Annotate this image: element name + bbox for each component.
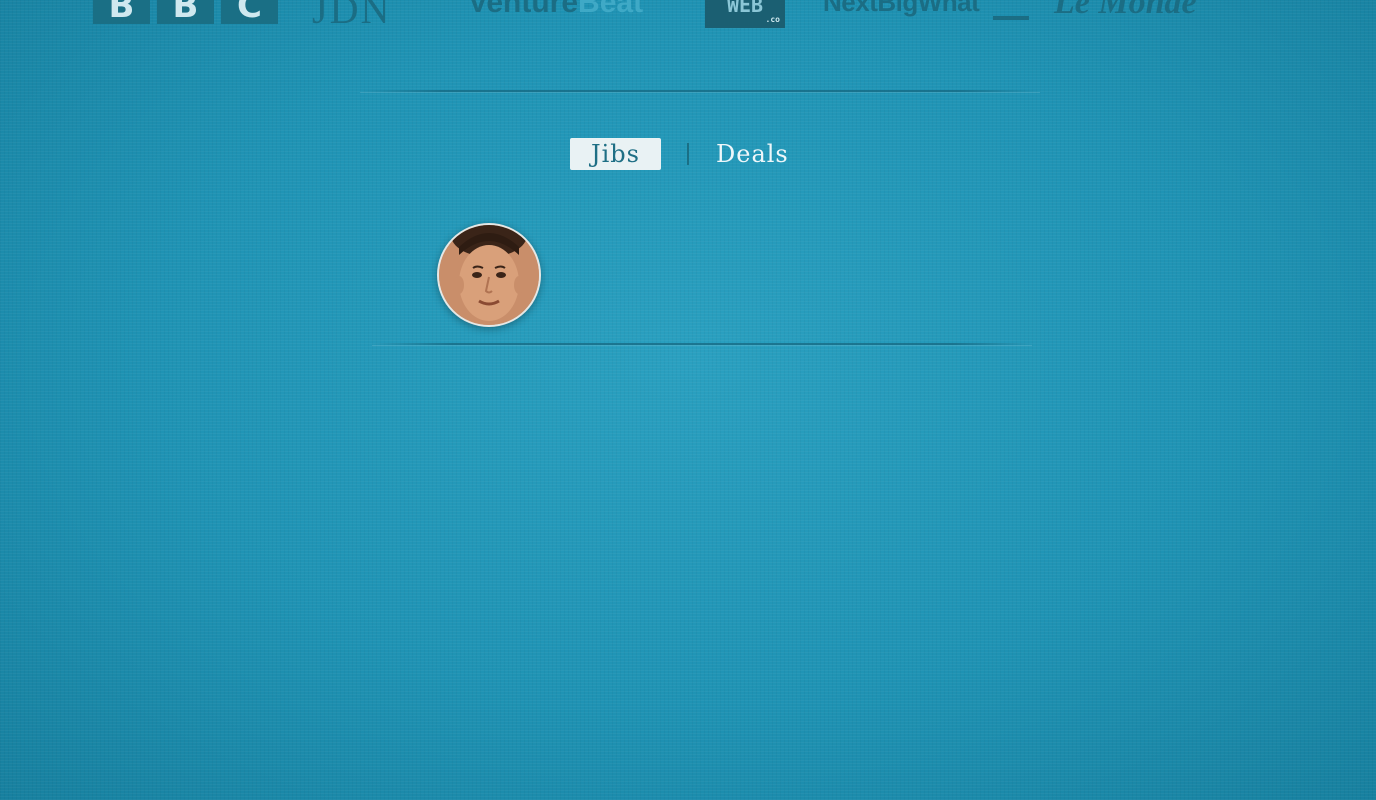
bbc-logo-letter: C <box>221 0 278 24</box>
user-avatar[interactable] <box>437 223 541 327</box>
bbc-logo-letter: B <box>157 0 214 24</box>
tab-deals[interactable]: Deals <box>716 138 788 170</box>
top-divider <box>360 90 1040 92</box>
web-co-logo[interactable]: WEB .co <box>705 0 785 28</box>
web-co-logo-suffix: .co <box>765 15 780 24</box>
bbc-logo[interactable]: B B C <box>93 0 278 24</box>
web-co-logo-main: WEB <box>726 0 764 17</box>
avatar-portrait <box>439 225 539 325</box>
tab-jibs[interactable]: Jibs <box>570 138 661 170</box>
tab-separator <box>687 143 689 165</box>
press-logo-bar: B B C JDN VentureBeat WEB .co NextBigWha… <box>0 0 1376 40</box>
nextbigwhat-logo[interactable]: NextBigWhat <box>823 0 980 18</box>
bbc-logo-letter: B <box>93 0 150 24</box>
venturebeat-logo-part1: Venture <box>468 0 579 19</box>
nextbigwhat-logo-underline <box>993 16 1029 20</box>
venturebeat-logo-part2: Beat <box>578 0 644 19</box>
venturebeat-logo[interactable]: VentureBeat <box>468 0 643 20</box>
jdn-logo[interactable]: JDN <box>312 0 391 33</box>
lemonde-logo[interactable]: Le Monde <box>1054 0 1197 22</box>
bottom-divider <box>372 343 1032 345</box>
